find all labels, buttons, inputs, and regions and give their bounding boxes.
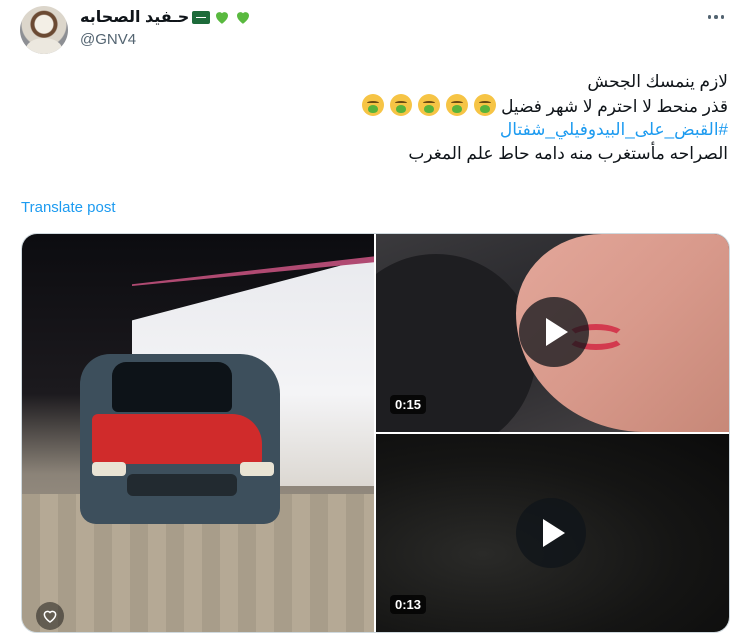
face-vomiting-icon [446,93,469,116]
play-icon [543,519,565,547]
video-duration: 0:15 [390,395,427,414]
play-icon [546,318,568,346]
like-button[interactable] [36,602,64,630]
emoji-group [356,93,497,116]
flag-icon [192,10,211,24]
avatar[interactable] [20,6,68,54]
video-duration: 0:13 [390,595,427,614]
more-options-icon[interactable] [706,8,726,26]
author-name-row: حـفيد الصحابه [80,6,252,28]
tweet-text: لازم ينمسك الجحش قذر منحط لا احترم لا شه… [20,70,728,165]
green-heart-icon [237,12,250,24]
tweet-line-1: لازم ينمسك الجحش [587,72,728,91]
play-button[interactable] [516,498,586,568]
video-hand[interactable]: 0:15 [376,234,729,432]
author-handle[interactable]: @GNV4 [80,31,136,48]
author-display-name[interactable]: حـفيد الصحابه [80,7,189,27]
tweet-line-4: الصراحه مأستغرب منه دامه حاط علم المغرب [408,143,728,163]
face-vomiting-icon [362,93,385,116]
media-grid: 0:15 0:13 [21,233,730,633]
heart-outline-icon [43,610,57,623]
photo-car[interactable] [22,234,374,632]
tweet-line-2: قذر منحط لا احترم لا شهر فضيل [20,93,728,119]
tweet-line-2-text: قذر منحط لا احترم لا شهر فضيل [501,96,728,116]
face-vomiting-icon [474,93,497,116]
green-heart-icon [216,12,229,24]
video-dark[interactable]: 0:13 [376,434,729,632]
face-vomiting-icon [418,93,441,116]
play-button[interactable] [519,297,589,367]
translate-post-link[interactable]: Translate post [21,199,116,216]
hashtag-link[interactable]: #القبض_على_البيدوفيلي_شفتال [20,118,728,142]
face-vomiting-icon [390,93,413,116]
